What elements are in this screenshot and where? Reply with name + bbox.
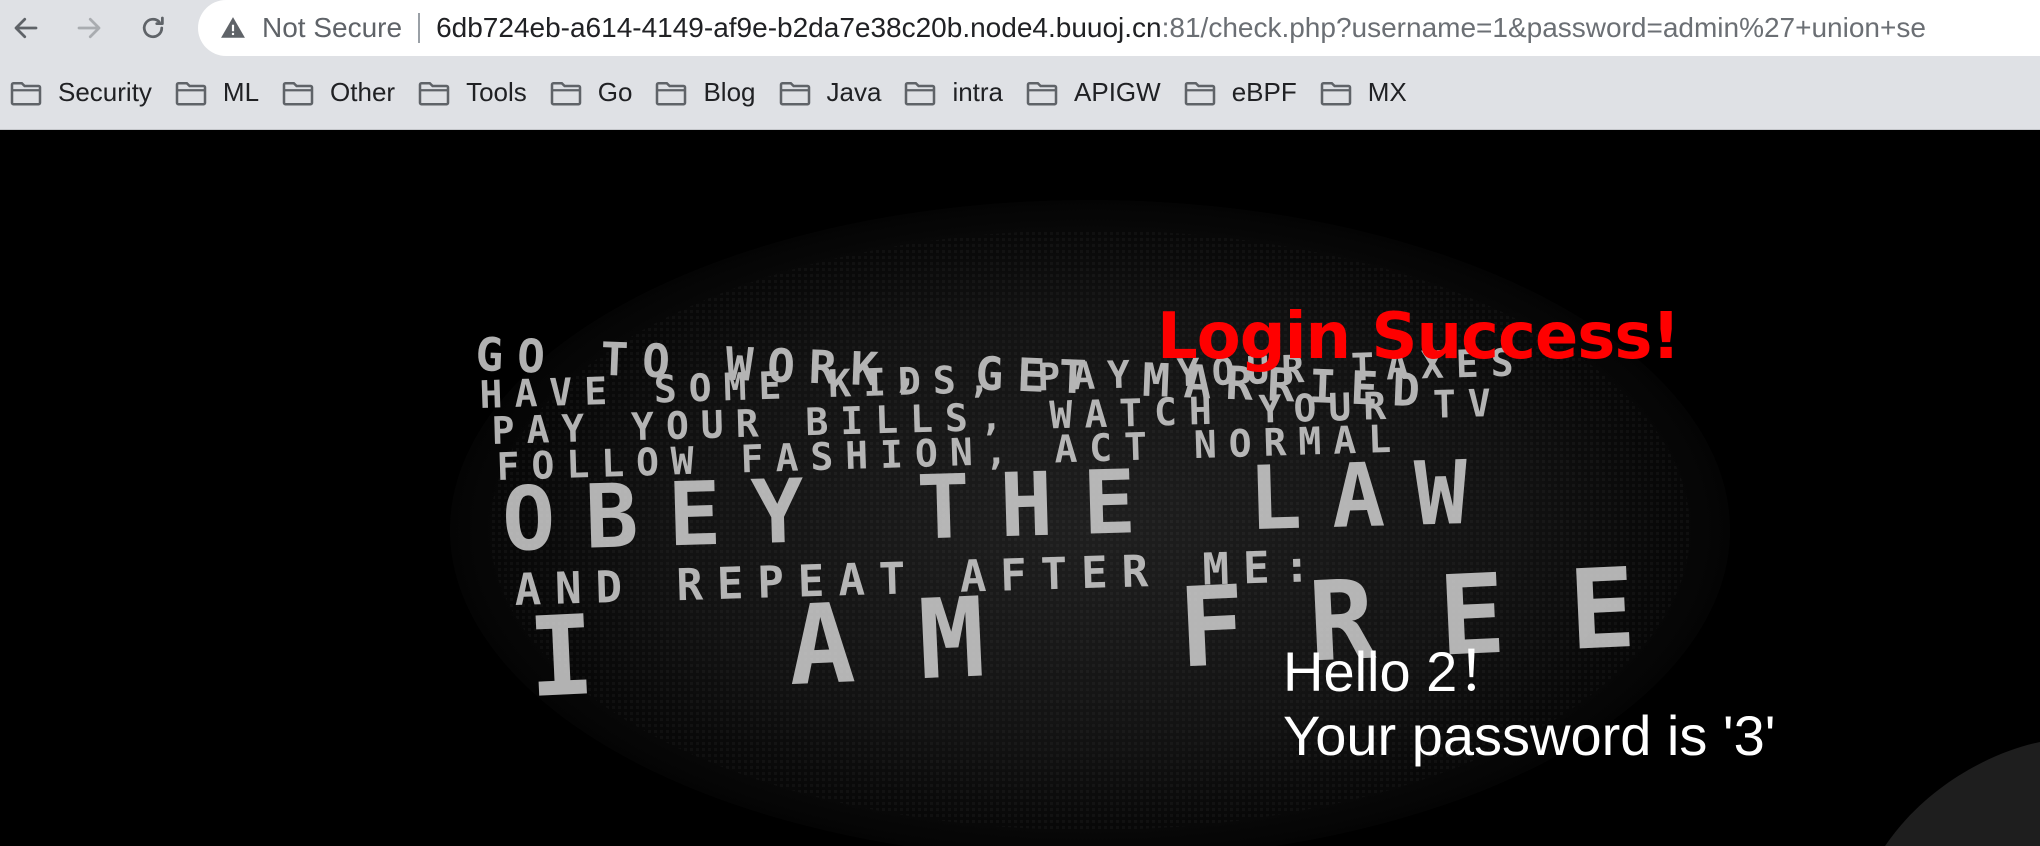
folder-icon — [779, 81, 810, 105]
folder-icon — [282, 81, 314, 105]
folder-icon — [10, 81, 42, 105]
bookmark-other[interactable]: Other — [272, 69, 408, 117]
bookmark-label: APIGW — [1074, 77, 1161, 107]
folder-icon — [905, 81, 936, 105]
bookmark-label: Go — [597, 77, 633, 107]
bookmark-label: Other — [330, 77, 396, 107]
address-bar[interactable]: Not Secure 6db724eb-a614-4149-af9e-b2da7… — [198, 0, 2040, 56]
bookmark-java[interactable]: Java — [769, 69, 895, 117]
folder-icon — [1026, 81, 1058, 105]
bookmark-go[interactable]: Go — [540, 69, 646, 117]
browser-toolbar: Not Secure 6db724eb-a614-4149-af9e-b2da7… — [0, 0, 2040, 56]
page-content: GO TO WORK, GET MARRIED HAVE SOME KIDS, P… — [0, 130, 2040, 846]
folder-icon — [550, 81, 582, 105]
folder-icon — [1184, 81, 1215, 105]
greeting-line: Hello 2！ — [1283, 640, 1514, 703]
bookmark-ml[interactable]: ML — [165, 69, 272, 117]
arrow-right-icon — [77, 17, 101, 39]
login-success-message: Login Success! — [1157, 300, 1681, 374]
bookmark-label: Tools — [466, 77, 527, 107]
warning-triangle-icon — [220, 15, 246, 41]
bookmark-ebpf[interactable]: eBPF — [1174, 69, 1310, 117]
address-separator — [418, 13, 421, 43]
url-host: 6db724eb-a614-4149-af9e-b2da7e38c20b.nod… — [436, 12, 1162, 43]
reload-icon — [142, 16, 164, 39]
arrow-left-icon — [14, 17, 38, 39]
security-label[interactable]: Not Secure — [262, 12, 402, 44]
bookmark-tools[interactable]: Tools — [408, 69, 540, 117]
bookmark-label: ML — [222, 77, 260, 107]
bookmark-label: MX — [1367, 77, 1407, 107]
bookmark-label: eBPF — [1231, 77, 1297, 107]
back-button[interactable] — [4, 6, 48, 50]
folder-icon — [1320, 81, 1351, 105]
bookmark-label: intra — [952, 77, 1004, 107]
bookmark-security[interactable]: Security — [0, 69, 165, 117]
forward-button[interactable] — [67, 6, 111, 50]
folder-icon — [656, 81, 687, 105]
bookmark-mx[interactable]: MX — [1310, 69, 1420, 117]
poster-corner-shape — [1885, 742, 2040, 846]
greeting-message: Hello 2！ Your password is '3' — [1283, 640, 1775, 768]
folder-icon — [418, 81, 450, 105]
password-line: Your password is '3' — [1283, 704, 1776, 767]
bookmark-label: Security — [58, 77, 152, 107]
bookmark-apigw[interactable]: APIGW — [1016, 69, 1174, 117]
reload-button[interactable] — [131, 6, 175, 50]
bookmark-label: Java — [826, 77, 882, 107]
bookmark-label: Blog — [703, 77, 756, 107]
url-path: :81/check.php?username=1&password=admin%… — [1161, 12, 1926, 43]
bookmark-blog[interactable]: Blog — [645, 69, 768, 117]
bookmarks-bar: Security ML Other Tools Go Blog Java intra APIGW… — [0, 56, 2040, 130]
folder-icon — [175, 81, 207, 105]
bookmark-intra[interactable]: intra — [894, 69, 1016, 117]
